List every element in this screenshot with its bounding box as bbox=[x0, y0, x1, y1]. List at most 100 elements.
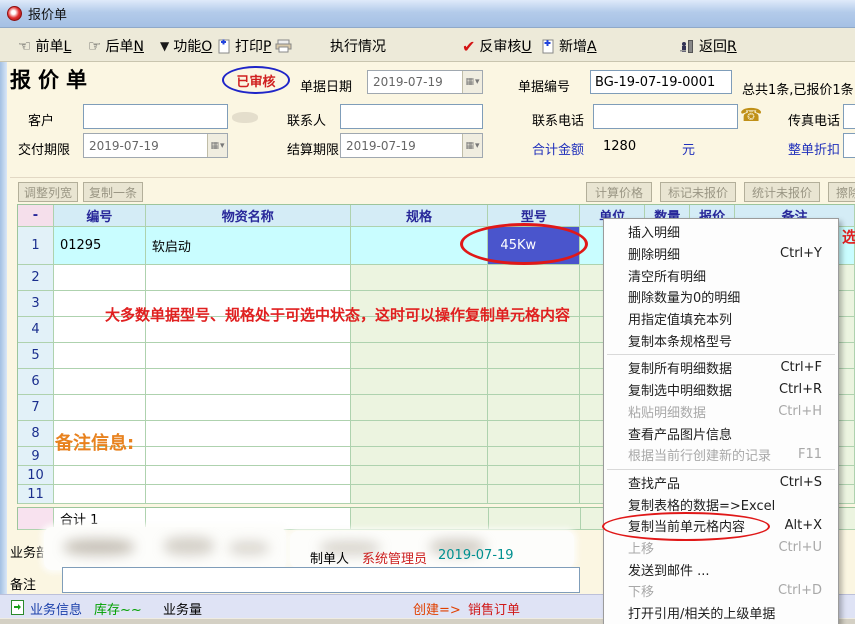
column-header-2[interactable]: 物资名称 bbox=[146, 205, 351, 227]
return-button[interactable]: 返回R bbox=[680, 36, 737, 56]
status-sales-order[interactable]: 销售订单 bbox=[468, 599, 520, 618]
menu-item-1[interactable]: 删除明细Ctrl+Y bbox=[604, 243, 838, 265]
cell-r6-c3[interactable] bbox=[351, 369, 489, 395]
cell-r6-c1[interactable] bbox=[54, 369, 146, 395]
menu-item-13[interactable]: 复制当前单元格内容Alt+X bbox=[604, 515, 838, 537]
cell-r5-c2[interactable] bbox=[146, 343, 351, 369]
discount-input[interactable] bbox=[843, 133, 855, 158]
grid-button-right-0[interactable]: 计算价格 bbox=[586, 182, 652, 202]
exec-status-button[interactable]: 执行情况 bbox=[330, 36, 386, 56]
title-bar: 报价单 bbox=[0, 0, 855, 28]
menu-item-3[interactable]: 删除数量为0的明细 bbox=[604, 286, 838, 308]
row-number: 5 bbox=[18, 343, 54, 369]
menu-item-15[interactable]: 发送到邮件 ... bbox=[604, 558, 838, 580]
column-header-3[interactable]: 规格 bbox=[351, 205, 489, 227]
contact-input[interactable] bbox=[340, 104, 483, 129]
next-doc-button[interactable]: ☞ 后单N bbox=[88, 36, 144, 56]
customer-input[interactable] bbox=[83, 104, 228, 129]
cell-r11-c4[interactable] bbox=[488, 485, 580, 504]
cell-r5-c1[interactable] bbox=[54, 343, 146, 369]
prev-doc-button[interactable]: ☜ 前单L bbox=[18, 36, 71, 56]
menu-separator bbox=[607, 469, 835, 470]
cell-r1-c3[interactable] bbox=[351, 227, 489, 265]
cell-r7-c4[interactable] bbox=[488, 395, 580, 421]
menu-item-4[interactable]: 用指定值填充本列 bbox=[604, 308, 838, 330]
cell-r2-c1[interactable] bbox=[54, 265, 146, 291]
settle-date-picker[interactable]: 2019-07-19 ▦▾ bbox=[340, 133, 483, 158]
print-button[interactable]: 打印P bbox=[218, 36, 292, 56]
cell-r8-c2[interactable] bbox=[146, 421, 351, 447]
maker-label: 制单人 bbox=[310, 548, 349, 567]
row-number: 3 bbox=[18, 291, 54, 317]
column-header-0[interactable]: - bbox=[18, 205, 54, 227]
cell-r8-c4[interactable] bbox=[488, 421, 580, 447]
fax-input[interactable] bbox=[843, 104, 855, 129]
menu-item-8: 粘贴明细数据Ctrl+H bbox=[604, 401, 838, 423]
column-header-4[interactable]: 型号 bbox=[488, 205, 580, 227]
status-create[interactable]: 创建=> bbox=[413, 599, 461, 618]
phone-input[interactable] bbox=[593, 104, 738, 129]
menu-item-17[interactable]: 打开引用/相关的上级单据 bbox=[604, 602, 838, 624]
cell-r9-c2[interactable] bbox=[146, 447, 351, 466]
grid-button-left-0[interactable]: 调整列宽 bbox=[18, 182, 78, 202]
cell-r10-c4[interactable] bbox=[488, 466, 580, 485]
cell-r2-c4[interactable] bbox=[488, 265, 580, 291]
cell-r9-c4[interactable] bbox=[488, 447, 580, 466]
cell-r5-c3[interactable] bbox=[351, 343, 489, 369]
cell-r2-c3[interactable] bbox=[351, 265, 489, 291]
functions-button[interactable]: ▼ 功能O bbox=[160, 36, 212, 56]
status-stock[interactable]: 库存~~ bbox=[94, 599, 142, 618]
telephone-icon[interactable]: ☎ bbox=[740, 105, 762, 126]
cell-r11-c1[interactable] bbox=[54, 485, 146, 504]
cell-r11-c2[interactable] bbox=[146, 485, 351, 504]
calendar-dropdown-icon[interactable]: ▦▾ bbox=[207, 134, 227, 157]
hand-left-icon: ☜ bbox=[18, 37, 31, 55]
column-header-1[interactable]: 编号 bbox=[54, 205, 146, 227]
total-cell-3 bbox=[351, 508, 489, 530]
status-business-info[interactable]: 业务信息 bbox=[30, 599, 82, 618]
cell-r1-c2[interactable]: 软启动 bbox=[146, 227, 351, 265]
cell-r1-c4[interactable]: 45Kw bbox=[488, 227, 580, 265]
cell-r7-c2[interactable] bbox=[146, 395, 351, 421]
grid-button-right-3[interactable]: 擦除 bbox=[828, 182, 855, 202]
menu-item-5[interactable]: 复制本条规格型号 bbox=[604, 329, 838, 351]
doc-date-picker[interactable]: 2019-07-19 ▦▾ bbox=[367, 70, 483, 94]
menu-item-11[interactable]: 查找产品Ctrl+S bbox=[604, 472, 838, 494]
cell-r9-c3[interactable] bbox=[351, 447, 489, 466]
cell-r6-c4[interactable] bbox=[488, 369, 580, 395]
grid-button-left-1[interactable]: 复制一条 bbox=[83, 182, 143, 202]
grid-button-right-1[interactable]: 标记未报价 bbox=[660, 182, 736, 202]
status-volume[interactable]: 业务量 bbox=[163, 599, 202, 618]
remark-note-text: 备注信息: bbox=[55, 429, 134, 455]
cell-r6-c2[interactable] bbox=[146, 369, 351, 395]
calendar-dropdown-icon[interactable]: ▦▾ bbox=[462, 71, 482, 93]
menu-item-12[interactable]: 复制表格的数据=>Excel bbox=[604, 493, 838, 515]
toolbar: ☜ 前单L ☞ 后单N ▼ 功能O 打印P 执行情况 ✔ 反审核U bbox=[0, 28, 855, 62]
calendar-dropdown-icon[interactable]: ▦▾ bbox=[462, 134, 482, 157]
cell-r7-c3[interactable] bbox=[351, 395, 489, 421]
cell-r8-c3[interactable] bbox=[351, 421, 489, 447]
menu-item-6[interactable]: 复制所有明细数据Ctrl+F bbox=[604, 357, 838, 379]
remark-input[interactable] bbox=[62, 567, 580, 593]
grid-button-right-2[interactable]: 统计未报价 bbox=[744, 182, 820, 202]
cell-r10-c3[interactable] bbox=[351, 466, 489, 485]
delivery-date-picker[interactable]: 2019-07-19 ▦▾ bbox=[83, 133, 228, 158]
menu-item-0[interactable]: 插入明细 bbox=[604, 221, 838, 243]
cell-r2-c2[interactable] bbox=[146, 265, 351, 291]
cell-r10-c1[interactable] bbox=[54, 466, 146, 485]
unaudit-button[interactable]: ✔ 反审核U bbox=[462, 36, 532, 56]
cell-r11-c3[interactable] bbox=[351, 485, 489, 504]
menu-item-2[interactable]: 清空所有明细 bbox=[604, 264, 838, 286]
hand-right-icon: ☞ bbox=[88, 37, 101, 55]
contact-label: 联系人 bbox=[287, 110, 326, 129]
menu-item-9[interactable]: 查看产品图片信息 bbox=[604, 422, 838, 444]
menu-item-7[interactable]: 复制选中明细数据Ctrl+R bbox=[604, 379, 838, 401]
cell-r7-c1[interactable] bbox=[54, 395, 146, 421]
cell-r1-c1[interactable]: 01295 bbox=[54, 227, 146, 265]
cell-r5-c4[interactable] bbox=[488, 343, 580, 369]
row-number: 10 bbox=[18, 466, 54, 485]
window-left-frame bbox=[0, 62, 7, 594]
add-new-button[interactable]: 新增A bbox=[542, 36, 597, 56]
cell-r10-c2[interactable] bbox=[146, 466, 351, 485]
doc-no-input[interactable] bbox=[590, 70, 732, 94]
